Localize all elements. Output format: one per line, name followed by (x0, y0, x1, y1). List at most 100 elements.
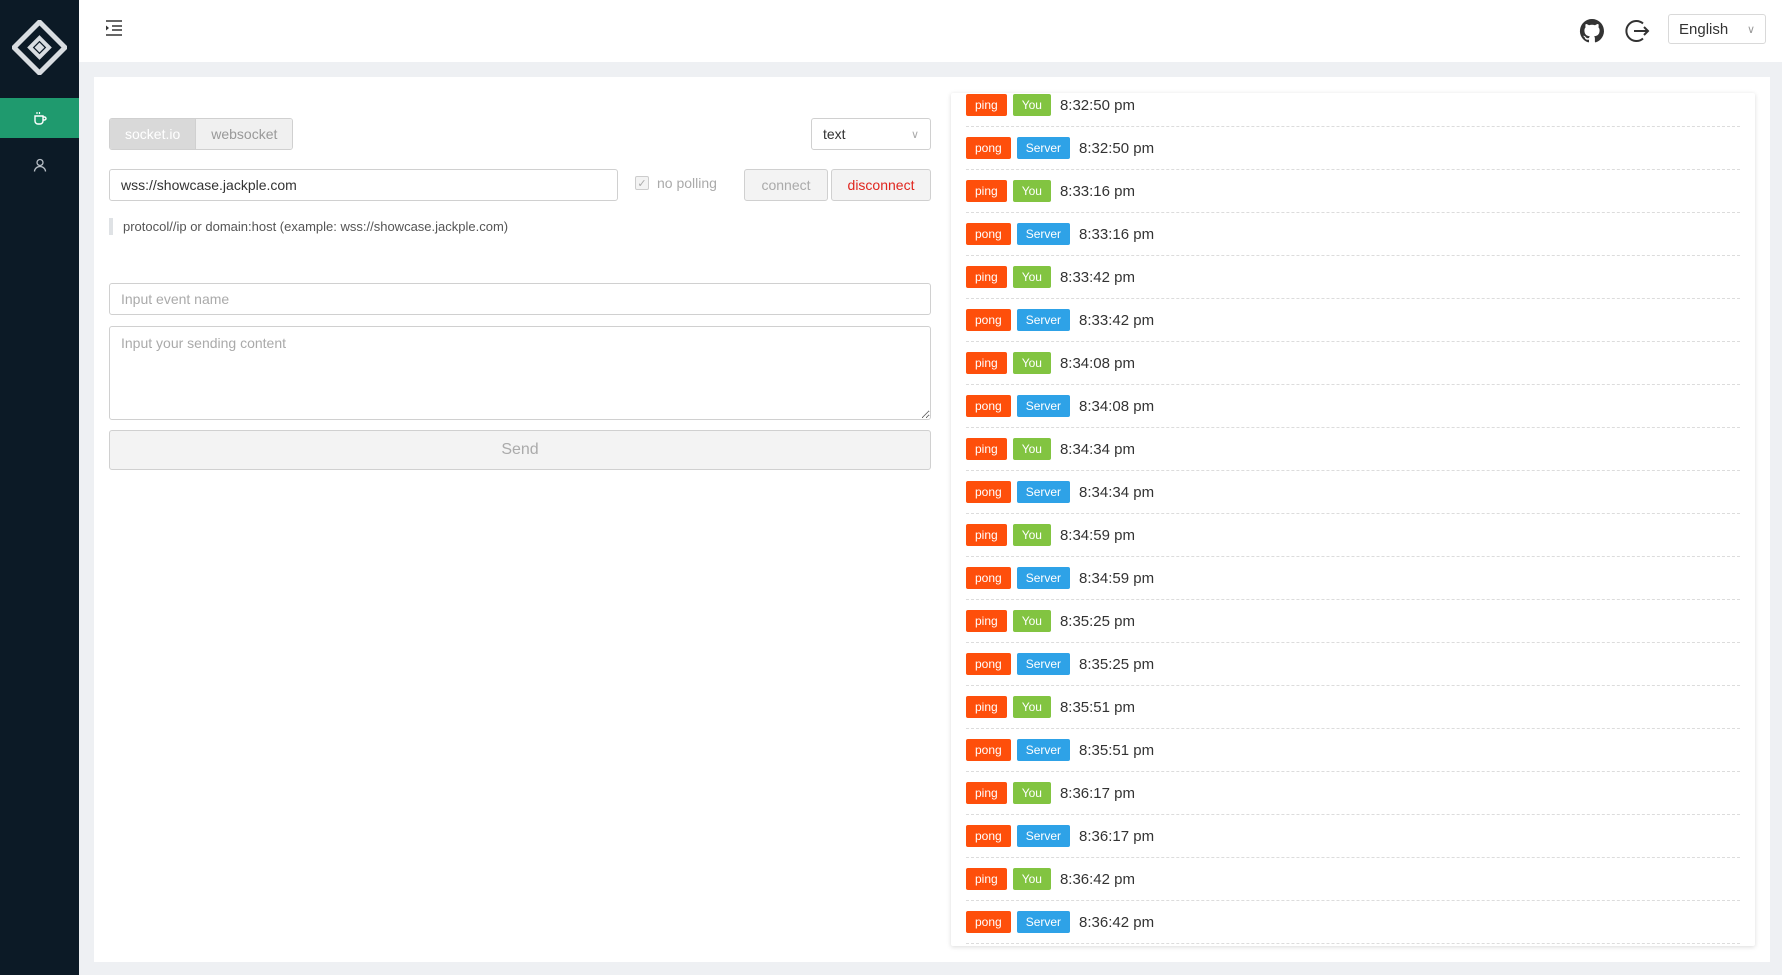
log-time: 8:35:51 pm (1059, 698, 1135, 716)
log-time: 8:33:16 pm (1059, 182, 1135, 200)
source-badge: You (1012, 352, 1051, 374)
source-badge: You (1012, 868, 1051, 890)
log-row: pong Server 8:35:25 pm (966, 643, 1740, 686)
event-badge: pong (966, 911, 1011, 933)
log-time: 8:32:50 pm (1059, 96, 1135, 114)
event-badge: ping (966, 180, 1007, 202)
data-type-select[interactable]: text ∨ (811, 118, 931, 150)
log-time: 8:36:17 pm (1079, 827, 1155, 845)
event-badge: ping (966, 438, 1007, 460)
event-badge: pong (966, 137, 1011, 159)
event-badge: ping (966, 782, 1007, 804)
event-badge: ping (966, 524, 1007, 546)
log-time: 8:34:59 pm (1059, 526, 1135, 544)
event-badge: ping (966, 696, 1007, 718)
log-time: 8:34:59 pm (1079, 569, 1155, 587)
sidebar (0, 0, 79, 975)
log-time: 8:33:42 pm (1079, 311, 1155, 329)
source-badge: Server (1016, 825, 1071, 847)
source-badge: Server (1016, 567, 1071, 589)
log-time: 8:35:25 pm (1079, 655, 1155, 673)
log-row: ping You 8:35:51 pm (966, 686, 1740, 729)
connect-button[interactable]: connect (744, 169, 828, 201)
source-badge: You (1012, 524, 1051, 546)
source-badge: Server (1016, 137, 1071, 159)
tab-socketio[interactable]: socket.io (110, 119, 197, 149)
checkbox-check-icon[interactable]: ✓ (635, 176, 649, 190)
event-badge: ping (966, 94, 1007, 116)
event-badge: pong (966, 825, 1011, 847)
source-badge: Server (1016, 911, 1071, 933)
no-polling-checkbox[interactable]: ✓ no polling (635, 175, 717, 191)
log-time: 8:32:50 pm (1079, 139, 1155, 157)
tab-websocket[interactable]: websocket (196, 119, 293, 149)
source-badge: You (1012, 782, 1051, 804)
github-icon[interactable] (1578, 17, 1606, 45)
source-badge: Server (1016, 395, 1071, 417)
send-button[interactable]: Send (109, 430, 931, 470)
event-badge: ping (966, 610, 1007, 632)
event-badge: pong (966, 395, 1011, 417)
log-time: 8:33:16 pm (1079, 225, 1155, 243)
log-row: ping You 8:36:17 pm (966, 772, 1740, 815)
source-badge: You (1012, 94, 1051, 116)
logo-icon[interactable] (12, 20, 67, 75)
event-name-input[interactable] (109, 283, 931, 315)
menu-fold-icon[interactable] (103, 18, 125, 38)
coffee-icon (33, 112, 47, 125)
log-row: ping You 8:36:42 pm (966, 858, 1740, 901)
log-row: ping You 8:33:42 pm (966, 256, 1740, 299)
chevron-down-icon: ∨ (1746, 23, 1755, 36)
log-time: 8:33:42 pm (1059, 268, 1135, 286)
language-select[interactable]: English ∨ (1668, 14, 1766, 44)
source-badge: Server (1016, 223, 1071, 245)
event-badge: pong (966, 309, 1011, 331)
log-row: pong Server 8:34:08 pm (966, 385, 1740, 428)
event-badge: ping (966, 352, 1007, 374)
log-row: ping You 8:32:50 pm (966, 93, 1740, 127)
chevron-down-icon: ∨ (910, 128, 919, 141)
log-time: 8:34:08 pm (1059, 354, 1135, 372)
logout-icon[interactable] (1623, 17, 1651, 45)
sidebar-item-home[interactable] (0, 98, 79, 138)
source-badge: You (1012, 180, 1051, 202)
log-time: 8:35:51 pm (1079, 741, 1155, 759)
event-badge: pong (966, 739, 1011, 761)
log-row: ping You 8:35:25 pm (966, 600, 1740, 643)
log-row: pong Server 8:33:42 pm (966, 299, 1740, 342)
send-content-input[interactable] (109, 326, 931, 420)
disconnect-button[interactable]: disconnect (831, 169, 931, 201)
event-badge: ping (966, 266, 1007, 288)
sidebar-item-user[interactable] (0, 145, 79, 185)
source-badge: Server (1016, 481, 1071, 503)
protocol-switch: socket.io websocket (109, 118, 294, 150)
no-polling-label: no polling (657, 175, 717, 191)
log-row: pong Server 8:33:16 pm (966, 213, 1740, 256)
data-type-value: text (823, 126, 846, 142)
event-badge: pong (966, 567, 1011, 589)
event-badge: ping (966, 868, 1007, 890)
log-time: 8:34:34 pm (1059, 440, 1135, 458)
log-row: pong Server 8:32:50 pm (966, 127, 1740, 170)
log-time: 8:35:25 pm (1059, 612, 1135, 630)
user-icon (33, 158, 46, 172)
log-row: ping You 8:34:08 pm (966, 342, 1740, 385)
message-log[interactable]: ping You 8:32:50 pm pong Server 8:32:50 pm pin… (951, 93, 1755, 946)
source-badge: Server (1016, 653, 1071, 675)
url-hint: protocol//ip or domain:host (example: ws… (109, 218, 508, 235)
log-time: 8:34:34 pm (1079, 483, 1155, 501)
log-time: 8:34:08 pm (1079, 397, 1155, 415)
log-row: ping You 8:33:16 pm (966, 170, 1740, 213)
log-row: ping You 8:34:34 pm (966, 428, 1740, 471)
language-label: English (1679, 20, 1729, 38)
log-row: pong Server 8:34:34 pm (966, 471, 1740, 514)
header-bar: English ∨ (79, 0, 1782, 62)
event-badge: pong (966, 223, 1011, 245)
log-row: pong Server 8:34:59 pm (966, 557, 1740, 600)
log-time: 8:36:42 pm (1059, 870, 1135, 888)
log-row: ping You 8:34:59 pm (966, 514, 1740, 557)
url-input[interactable] (109, 169, 618, 201)
source-badge: You (1012, 438, 1051, 460)
source-badge: Server (1016, 309, 1071, 331)
source-badge: Server (1016, 739, 1071, 761)
